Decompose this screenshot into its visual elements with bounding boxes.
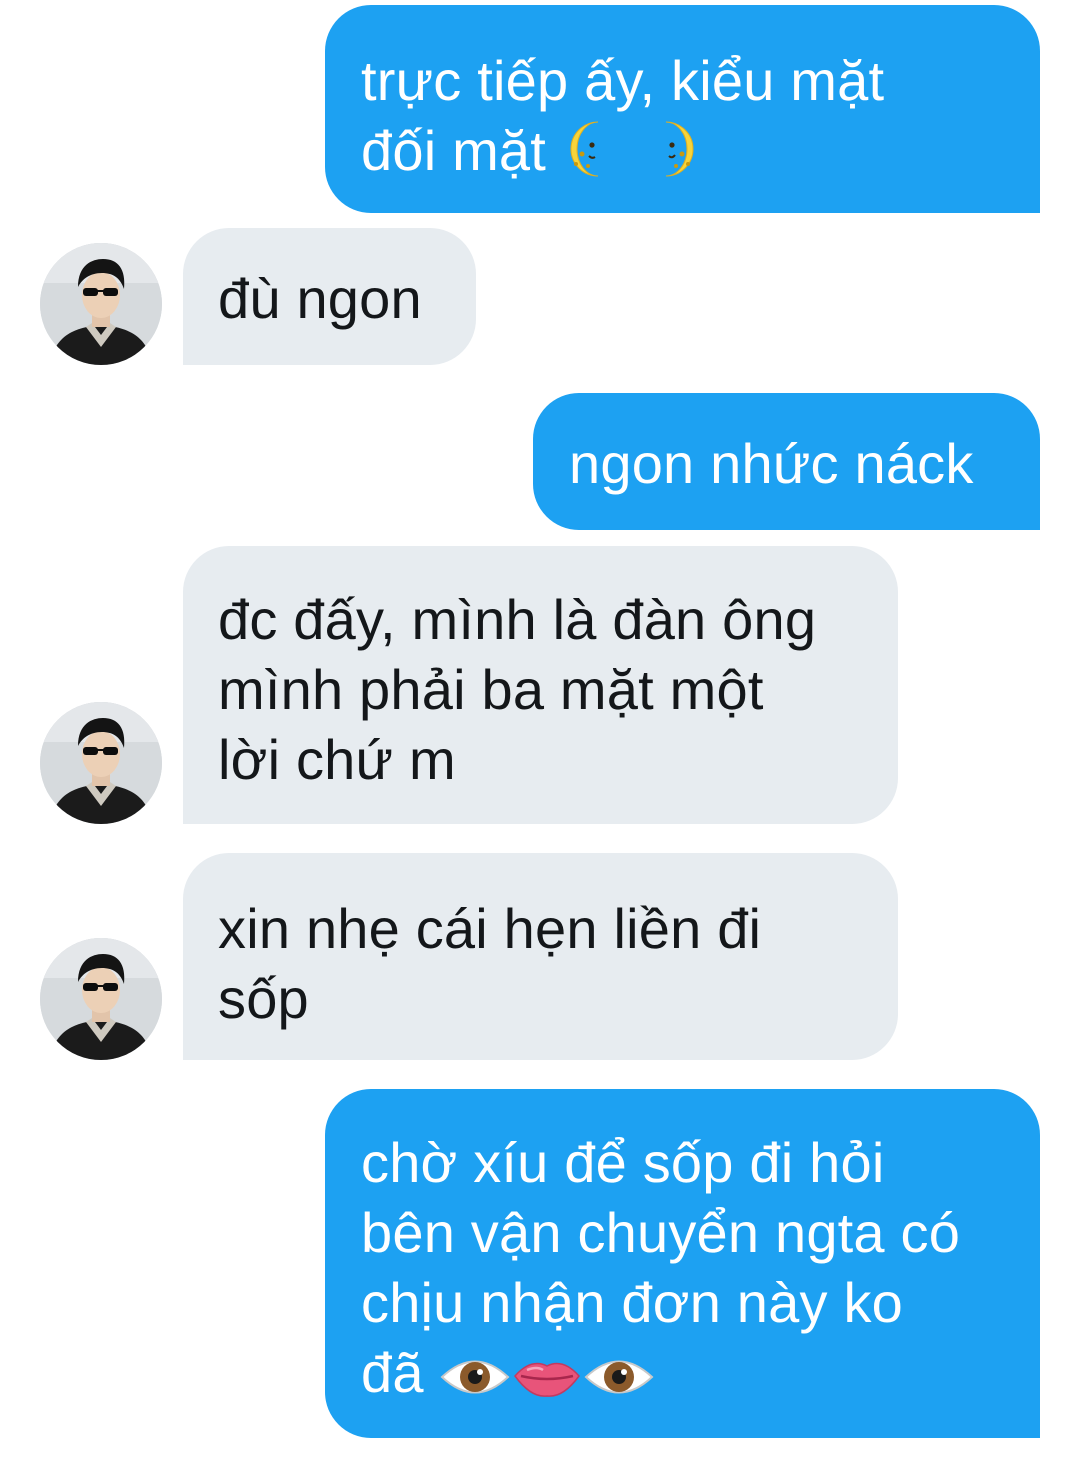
mouth-icon — [511, 1348, 583, 1418]
message-text: trực tiếp ấy, kiểu mặt — [361, 49, 885, 112]
message-text: lời chứ m — [218, 728, 456, 791]
person-icon — [40, 702, 162, 824]
message-text: bên vận chuyển ngta có — [361, 1201, 961, 1264]
message-bubble-received[interactable]: đù ngon — [183, 228, 476, 365]
contact-avatar[interactable] — [40, 702, 162, 824]
message-text: chờ xíu để sốp đi hỏi — [361, 1131, 885, 1194]
message-bubble-sent[interactable]: trực tiếp ấy, kiểu mặt đối mặt — [325, 5, 1040, 213]
message-text: sốp — [218, 967, 309, 1030]
message-text-line-2: đối mặt — [361, 116, 1040, 196]
message-text: mình phải ba mặt một — [218, 658, 764, 721]
contact-avatar[interactable] — [40, 243, 162, 365]
message-text: ngon nhức náck — [569, 432, 974, 495]
first-quarter-moon-face-icon — [562, 118, 624, 196]
message-bubble-sent[interactable]: chờ xíu để sốp đi hỏi bên vận chuyển ngt… — [325, 1089, 1040, 1438]
person-icon — [40, 938, 162, 1060]
message-text: đù ngon — [218, 267, 422, 330]
message-text-line-4: đã — [361, 1338, 1040, 1418]
message-text: xin nhẹ cái hẹn liền đi — [218, 897, 762, 960]
message-bubble-sent[interactable]: ngon nhức náck — [533, 393, 1040, 530]
eye-icon — [439, 1348, 511, 1418]
message-bubble-received[interactable]: đc đấy, mình là đàn ông mình phải ba mặt… — [183, 546, 898, 824]
message-text: chịu nhận đơn này ko — [361, 1271, 903, 1334]
person-icon — [40, 243, 162, 365]
eye-icon — [583, 1348, 655, 1418]
last-quarter-moon-face-icon — [640, 118, 702, 196]
contact-avatar[interactable] — [40, 938, 162, 1060]
message-bubble-received[interactable]: xin nhẹ cái hẹn liền đi sốp — [183, 853, 898, 1060]
message-text: đc đấy, mình là đàn ông — [218, 588, 817, 651]
